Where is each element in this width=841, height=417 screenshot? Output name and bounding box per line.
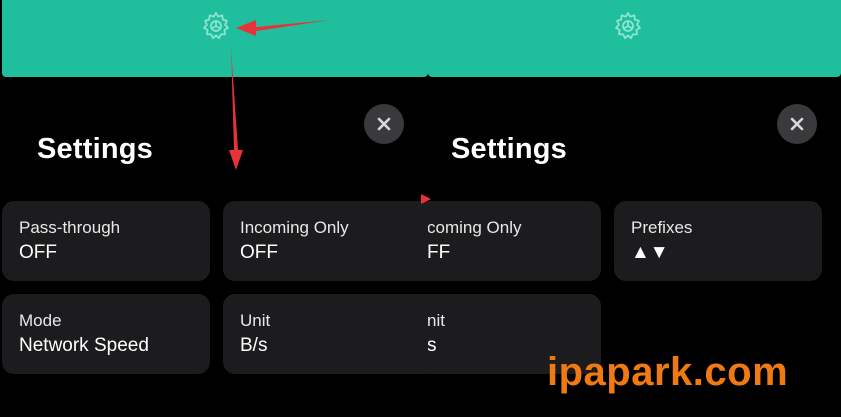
setting-label: Incoming Only <box>240 218 349 237</box>
setting-card-prefixes[interactable]: Prefixes ▲▼ <box>614 201 822 281</box>
setting-label: Mode <box>19 311 62 330</box>
setting-card-incoming-only[interactable]: coming Only FF <box>428 201 601 281</box>
app-header <box>428 0 841 77</box>
close-button[interactable] <box>777 104 817 144</box>
settings-panel-left: Settings Pass-through OFF Incoming Only … <box>0 0 428 417</box>
setting-value: FF <box>428 242 451 263</box>
setting-card-incoming-only[interactable]: Incoming Only OFF <box>223 201 428 281</box>
close-icon <box>790 117 804 131</box>
setting-card-unit[interactable]: Unit B/s <box>223 294 428 374</box>
setting-value: Network Speed <box>19 335 149 356</box>
setting-card-pass-through[interactable]: Pass-through OFF <box>2 201 210 281</box>
gear-icon[interactable] <box>612 10 644 42</box>
setting-label: Unit <box>240 311 271 330</box>
gear-icon[interactable] <box>200 10 232 42</box>
setting-value: OFF <box>19 242 57 263</box>
watermark: ipapark.com <box>547 350 789 394</box>
setting-value: OFF <box>240 242 278 263</box>
app-header <box>2 0 428 77</box>
page-title: Settings <box>451 133 567 165</box>
setting-value: B/s <box>240 335 268 356</box>
close-icon <box>377 117 391 131</box>
setting-label: Pass-through <box>19 218 121 237</box>
page-title: Settings <box>37 133 153 165</box>
setting-label: Prefixes <box>631 218 693 237</box>
setting-label: nit <box>428 311 445 330</box>
setting-card-mode[interactable]: Mode Network Speed <box>2 294 210 374</box>
close-button[interactable] <box>364 104 404 144</box>
setting-label: coming Only <box>428 218 522 237</box>
setting-value: ▲▼ <box>631 242 669 263</box>
